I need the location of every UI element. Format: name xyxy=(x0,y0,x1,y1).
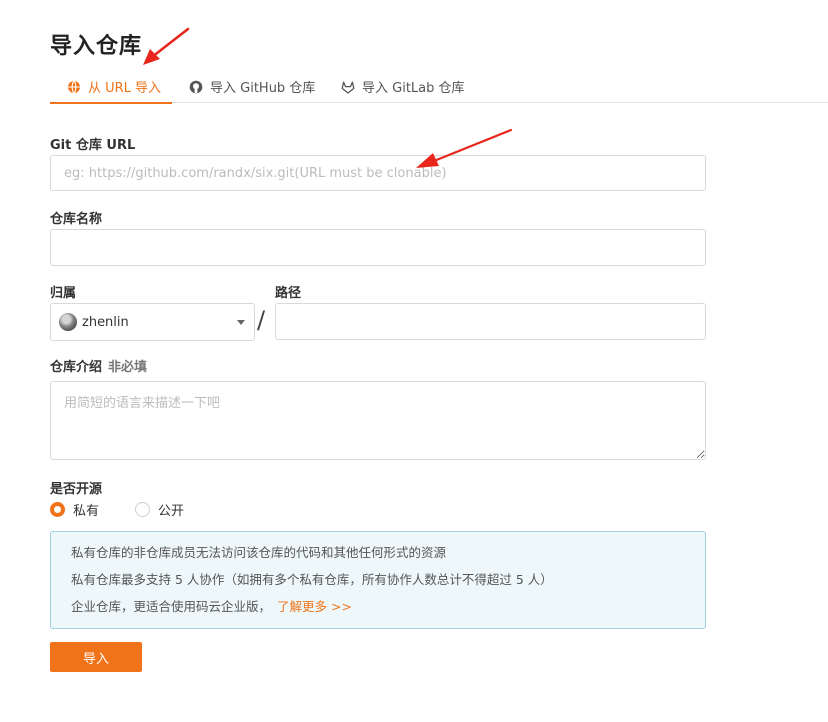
description-label-text: 仓库介绍 xyxy=(50,360,103,375)
radio-private[interactable]: 私有 xyxy=(50,500,99,519)
tab-import-github[interactable]: 导入 GitHub 仓库 xyxy=(188,70,315,103)
open-source-label: 是否开源 xyxy=(50,482,103,497)
annotation-arrow-icon xyxy=(143,27,190,65)
git-url-label: Git 仓库 URL xyxy=(50,138,136,153)
tab-label: 从 URL 导入 xyxy=(88,81,162,96)
path-input[interactable] xyxy=(275,303,706,340)
tab-import-gitlab[interactable]: 导入 GitLab 仓库 xyxy=(340,70,465,103)
info-text: 企业仓库，更适合使用码云企业版， xyxy=(71,599,272,614)
owner-select[interactable]: zhenlin xyxy=(50,303,255,341)
radio-label: 公开 xyxy=(158,504,185,519)
tab-label: 导入 GitHub 仓库 xyxy=(210,81,316,96)
globe-icon xyxy=(66,79,82,95)
repo-name-input[interactable] xyxy=(50,229,706,266)
path-label: 路径 xyxy=(275,286,302,301)
info-line: 私有仓库的非仓库成员无法访问该仓库的代码和其他任何形式的资源 xyxy=(71,545,447,560)
info-box: 私有仓库的非仓库成员无法访问该仓库的代码和其他任何形式的资源 私有仓库最多支持 … xyxy=(50,531,706,629)
import-button[interactable]: 导入 xyxy=(50,642,142,672)
tab-label: 导入 GitLab 仓库 xyxy=(362,81,465,96)
github-icon xyxy=(188,79,204,95)
avatar xyxy=(59,313,77,331)
owner-value: zhenlin xyxy=(82,314,129,330)
owner-label: 归属 xyxy=(50,286,77,301)
info-line: 企业仓库，更适合使用码云企业版， 了解更多 >> xyxy=(71,598,705,625)
radio-label: 私有 xyxy=(73,504,100,519)
tab-import-from-url[interactable]: 从 URL 导入 xyxy=(50,70,172,104)
page-title: 导入仓库 xyxy=(50,34,143,59)
gitlab-icon xyxy=(340,79,356,95)
radio-dot xyxy=(135,502,151,517)
description-textarea[interactable] xyxy=(50,381,706,460)
chevron-down-icon xyxy=(237,320,245,325)
radio-dot xyxy=(50,502,65,517)
visibility-radio-group: 私有 公开 xyxy=(50,500,184,519)
info-line: 私有仓库最多支持 5 人协作（如拥有多个私有仓库，所有协作人数总计不得超过 5 … xyxy=(71,572,553,587)
repo-name-label: 仓库名称 xyxy=(50,212,103,227)
tab-bar: 从 URL 导入 导入 GitHub 仓库 导入 GitLab 仓库 xyxy=(50,70,828,104)
learn-more-link[interactable]: 了解更多 >> xyxy=(277,599,352,614)
description-label: 仓库介绍 非必填 xyxy=(50,356,147,375)
optional-hint: 非必填 xyxy=(108,360,148,375)
git-url-input[interactable] xyxy=(50,155,706,191)
path-separator: / xyxy=(257,306,266,334)
radio-public[interactable]: 公开 xyxy=(135,500,184,519)
